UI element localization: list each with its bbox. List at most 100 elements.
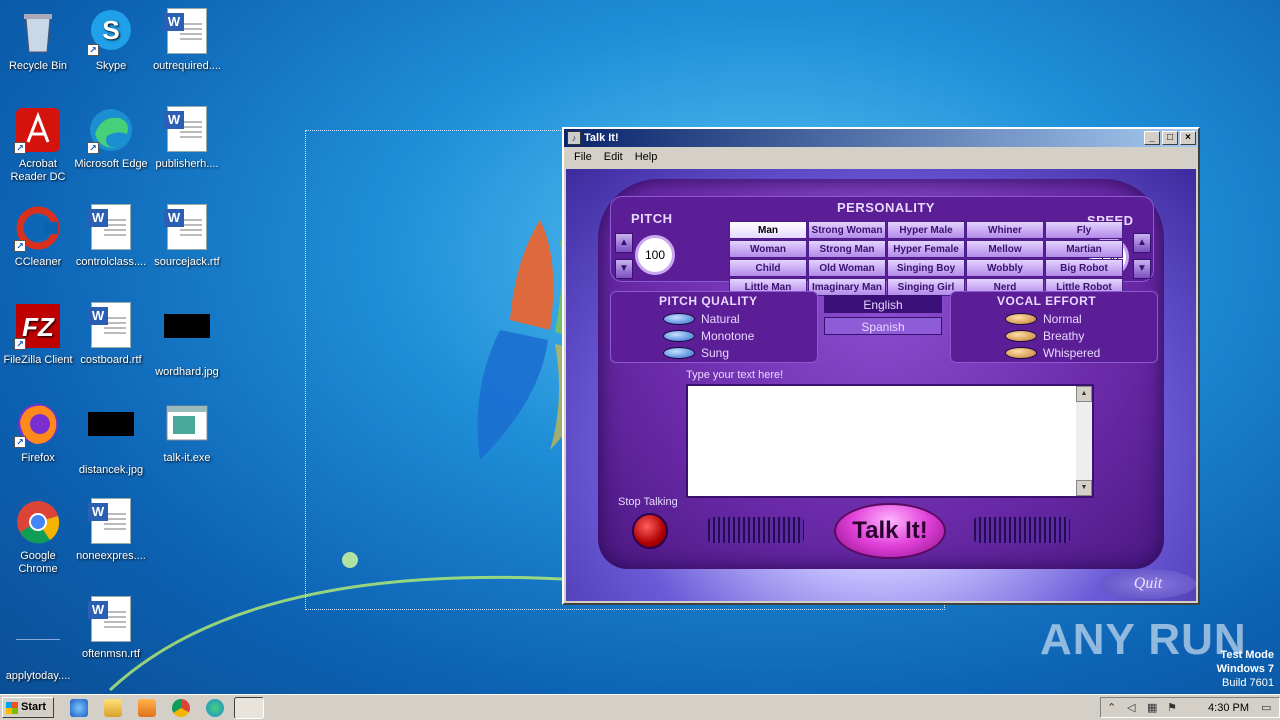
personality-woman[interactable]: Woman [729,240,807,258]
personality-hyper-female[interactable]: Hyper Female [887,240,965,258]
ie-icon[interactable] [70,699,88,717]
personality-whiner[interactable]: Whiner [966,221,1044,239]
oval-radio-icon [1005,330,1037,342]
start-button[interactable]: Start [2,697,54,718]
maximize-button[interactable]: □ [1162,131,1178,145]
vocal-effort-breathy[interactable]: Breathy [1005,329,1084,343]
clock[interactable]: 4:30 PM [1208,702,1249,714]
pitch-quality-panel: PITCH QUALITY Natural Monotone Sung [610,291,818,363]
desktop-icon-edge[interactable]: ↗ Microsoft Edge [73,106,149,171]
desktop-icon-publisherh[interactable]: W publisherh.... [149,106,225,171]
personality-martian[interactable]: Martian [1045,240,1123,258]
desktop-icon-ccleaner[interactable]: ↗ CCleaner [0,204,76,269]
pitch-quality-monotone[interactable]: Monotone [663,329,754,343]
word-document-icon: W [163,8,211,56]
personality-strong-woman[interactable]: Strong Woman [808,221,886,239]
action-center-icon[interactable]: ⚑ [1167,702,1179,714]
windows-flag-icon [6,702,18,714]
speed-down-button[interactable]: ▼ [1133,259,1151,279]
scroll-down-icon[interactable]: ▼ [1076,480,1092,496]
test-mode-notice: Test Mode Windows 7 Build 7601 [1216,649,1274,689]
speech-text-input[interactable] [688,386,1078,496]
minimize-button[interactable]: _ [1144,131,1160,145]
desktop-icon-sourcejack[interactable]: W sourcejack.rtf [149,204,225,269]
volume-icon[interactable]: ◁ [1127,702,1139,714]
menu-edit[interactable]: Edit [598,151,629,163]
pitch-up-button[interactable]: ▲ [615,233,633,253]
personality-big-robot[interactable]: Big Robot [1045,259,1123,277]
desktop-icon-acrobat[interactable]: ↗ Acrobat Reader DC [0,106,76,184]
desktop-icon-wordhard[interactable]: wordhard.jpg [149,302,225,379]
word-document-icon: W [87,204,135,252]
desktop-icon-noneexpres[interactable]: W noneexpres.... [73,498,149,563]
taskbar: Start ⌃ ◁ ▦ ⚑ 4:30 PM ▭ [0,694,1280,720]
desktop-icon-outrequired[interactable]: W outrequired.... [149,8,225,73]
chrome-icon [14,498,62,546]
acrobat-icon: ↗ [14,106,62,154]
vocal-effort-whispered[interactable]: Whispered [1005,346,1100,360]
personality-grid: Man Strong Woman Hyper Male Whiner Fly W… [729,221,1123,296]
pitch-quality-natural[interactable]: Natural [663,312,740,326]
personality-strong-man[interactable]: Strong Man [808,240,886,258]
desktop-icon-oftenmsn[interactable]: W oftenmsn.rtf [73,596,149,661]
pitch-quality-label: PITCH QUALITY [659,294,758,308]
pitch-value: 100 [635,235,675,275]
tray-expand-icon[interactable]: ⌃ [1107,702,1119,714]
pitch-quality-sung[interactable]: Sung [663,346,729,360]
desktop-icon-chrome[interactable]: Google Chrome [0,498,76,576]
personality-mellow[interactable]: Mellow [966,240,1044,258]
desktop-icon-filezilla[interactable]: FZ ↗ FileZilla Client [0,302,76,367]
personality-label: PERSONALITY [837,200,935,215]
media-player-icon[interactable] [138,699,156,717]
oval-radio-icon [1005,347,1037,359]
menu-file[interactable]: File [568,151,598,163]
speaker-grille-left [708,517,804,543]
network-icon[interactable]: ▦ [1147,702,1159,714]
quit-button[interactable]: Quit [1100,569,1196,599]
personality-hyper-male[interactable]: Hyper Male [887,221,965,239]
text-prompt-label: Type your text here! [686,369,784,381]
stop-talking-button[interactable] [632,513,668,549]
desktop-icon-recycle-bin[interactable]: Recycle Bin [0,8,76,73]
speaker-grille-right [974,517,1070,543]
desktop-icon-applytoday[interactable]: applytoday.... [0,596,76,683]
pitch-down-button[interactable]: ▼ [615,259,633,279]
firefox-icon: ↗ [14,400,62,448]
desktop-icon-distancek[interactable]: distancek.jpg [73,400,149,477]
word-document-icon: W [163,106,211,154]
language-english[interactable]: English [824,295,942,313]
window-titlebar[interactable]: ♪ Talk It! _ □ × [564,129,1198,147]
show-desktop-icon[interactable]: ▭ [1261,702,1273,714]
talk-it-taskbar-icon[interactable] [234,697,264,719]
close-button[interactable]: × [1180,131,1196,145]
scroll-up-icon[interactable]: ▲ [1076,386,1092,402]
edge-taskbar-icon[interactable] [206,699,224,717]
desktop-icon-firefox[interactable]: ↗ Firefox [0,400,76,465]
speed-up-button[interactable]: ▲ [1133,233,1151,253]
talk-it-button[interactable]: Talk It! [834,503,946,559]
personality-man[interactable]: Man [729,221,807,239]
desktop-icon-talk-it[interactable]: talk-it.exe [149,400,225,465]
desktop-icon-controlclass[interactable]: W controlclass.... [73,204,149,269]
personality-wobbly[interactable]: Wobbly [966,259,1044,277]
skype-icon: S ↗ [87,8,135,56]
talk-it-window: ♪ Talk It! _ □ × File Edit Help PERSONAL… [562,127,1200,605]
personality-fly[interactable]: Fly [1045,221,1123,239]
language-spanish[interactable]: Spanish [824,317,942,335]
desktop-icon-skype[interactable]: S ↗ Skype [73,8,149,73]
word-document-icon: W [163,204,211,252]
text-scrollbar[interactable]: ▲ ▼ [1076,386,1092,496]
personality-old-woman[interactable]: Old Woman [808,259,886,277]
menu-help[interactable]: Help [629,151,664,163]
chrome-taskbar-icon[interactable] [172,699,190,717]
personality-child[interactable]: Child [729,259,807,277]
image-thumbnail-icon [163,314,211,362]
oval-radio-icon [1005,313,1037,325]
filezilla-icon: FZ ↗ [14,302,62,350]
personality-singing-boy[interactable]: Singing Boy [887,259,965,277]
explorer-icon[interactable] [104,699,122,717]
vocal-effort-normal[interactable]: Normal [1005,312,1082,326]
window-title: Talk It! [584,132,619,144]
desktop-icon-costboard[interactable]: W costboard.rtf [73,302,149,367]
recycle-bin-icon [14,8,62,56]
